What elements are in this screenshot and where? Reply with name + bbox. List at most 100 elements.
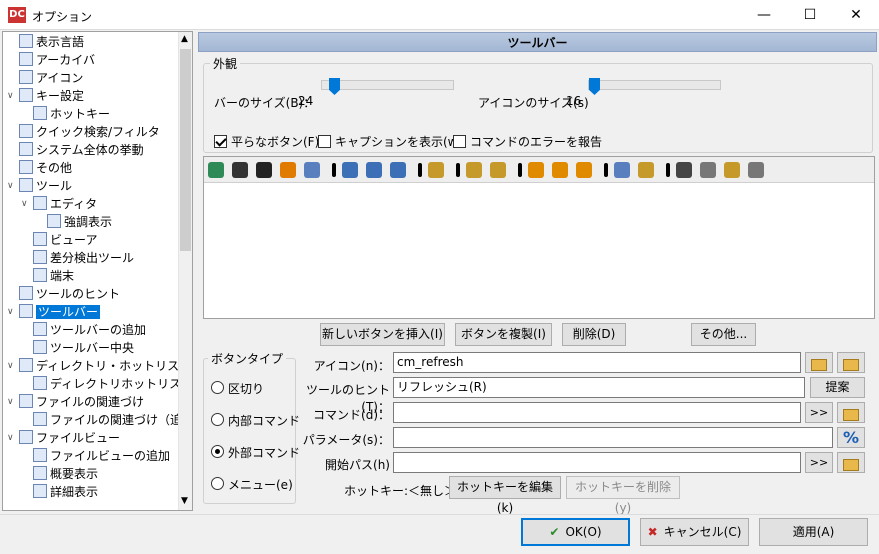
start-path-more-button[interactable]: >> <box>805 452 833 473</box>
percent-button[interactable]: % <box>837 427 865 448</box>
pack-icon[interactable] <box>614 162 630 178</box>
ok-button[interactable]: ✔ OK(O) <box>521 518 630 546</box>
tree-item[interactable]: 詳細表示 <box>33 483 98 501</box>
terminal-icon[interactable] <box>232 162 248 178</box>
folder-icon[interactable] <box>724 162 740 178</box>
button-type-radio[interactable] <box>211 413 224 426</box>
folder-icon <box>19 358 33 372</box>
report-errors-checkbox[interactable]: コマンドのエラーを報告 <box>453 133 602 150</box>
tree-item[interactable]: 強調表示 <box>47 213 112 231</box>
options-tree[interactable]: 表示言語 アーカイバ アイコン ∨ キー設定 ホットキー クイック検索/フィルタ システム全体… <box>2 31 193 511</box>
other-button[interactable]: その他... <box>691 323 756 346</box>
maximize-icon[interactable]: ☐ <box>787 0 833 30</box>
flat-buttons-checkbox[interactable]: 平らなボタン(F) <box>214 133 319 150</box>
command-field[interactable] <box>393 402 801 423</box>
start-path-browse-button[interactable] <box>837 452 865 473</box>
icon-browse-button[interactable] <box>837 352 865 373</box>
tree-item[interactable]: ∨ エディタ <box>21 195 97 213</box>
settings-icon[interactable] <box>304 162 320 178</box>
tree-item[interactable]: ホットキー <box>33 105 110 123</box>
expand-chevron-icon[interactable]: ∨ <box>21 195 28 213</box>
start-path-field[interactable] <box>393 452 801 473</box>
tree-item[interactable]: クイック検索/フィルタ <box>19 123 160 141</box>
tree-item[interactable]: アーカイバ <box>19 51 95 69</box>
tree-item[interactable]: ツールのヒント <box>19 285 120 303</box>
checkbox-box[interactable] <box>453 135 466 148</box>
expand-chevron-icon[interactable]: ∨ <box>7 393 14 411</box>
icon-pick-button[interactable] <box>805 352 833 373</box>
expand-chevron-icon[interactable]: ∨ <box>7 429 14 447</box>
search-icon[interactable] <box>676 162 692 178</box>
tags-icon[interactable] <box>280 162 296 178</box>
expand-chevron-icon[interactable]: ∨ <box>7 303 14 321</box>
edit-icon[interactable] <box>576 162 592 178</box>
button-type-radio[interactable] <box>211 477 224 490</box>
window-title: オプション <box>32 10 93 24</box>
button-type-option[interactable]: 区切り <box>228 380 264 397</box>
sync-icon[interactable] <box>428 162 444 178</box>
checkbox-box[interactable] <box>318 135 331 148</box>
checkbox-box[interactable] <box>214 135 227 148</box>
copy-left-icon[interactable] <box>466 162 482 178</box>
multi-icon[interactable] <box>748 162 764 178</box>
view-brief-icon[interactable] <box>366 162 382 178</box>
scroll-down-icon[interactable]: ▼ <box>181 496 188 506</box>
params-field[interactable] <box>393 427 833 448</box>
rename-icon[interactable] <box>700 162 716 178</box>
button-type-radio[interactable] <box>211 381 224 394</box>
tree-item[interactable]: ∨ ツール <box>7 177 72 195</box>
expand-chevron-icon[interactable]: ∨ <box>7 357 14 375</box>
tree-item[interactable]: 差分検出ツール <box>33 249 134 267</box>
minimize-icon[interactable]: — <box>741 0 787 30</box>
close-icon[interactable]: ✕ <box>833 0 879 30</box>
hint-field[interactable]: リフレッシュ(R) <box>393 377 805 398</box>
duplicate-button[interactable]: ボタンを複製(I) <box>455 323 552 346</box>
tree-item[interactable]: 端末 <box>33 267 74 285</box>
apply-button[interactable]: 適用(A) <box>759 518 868 546</box>
tree-item[interactable]: ファイルビューの追加 <box>33 447 170 465</box>
tree-item[interactable]: ∨ ファイルの関連づけ <box>7 393 144 411</box>
tree-scroll-thumb[interactable] <box>180 49 191 251</box>
tree-item[interactable]: その他 <box>19 159 72 177</box>
tree-item[interactable]: システム全体の挙動 <box>19 141 144 159</box>
tree-item[interactable]: ツールバー中央 <box>33 339 134 357</box>
view-thumbs-icon[interactable] <box>390 162 406 178</box>
view-columns-icon[interactable] <box>342 162 358 178</box>
tree-item[interactable]: ディレクトリホットリスト追加 <box>33 375 192 393</box>
unpack-icon[interactable] <box>638 162 654 178</box>
tree-item[interactable]: ∨ ツールバー <box>7 303 101 321</box>
tree-item[interactable]: 概要表示 <box>33 465 98 483</box>
remove-icon[interactable] <box>552 162 568 178</box>
expand-chevron-icon[interactable]: ∨ <box>7 87 14 105</box>
delete-button[interactable]: 削除(D) <box>562 323 626 346</box>
icon-field[interactable]: cm_refresh <box>393 352 801 373</box>
tree-item[interactable]: アイコン <box>19 69 83 87</box>
expand-chevron-icon[interactable]: ∨ <box>7 177 14 195</box>
command-more-button[interactable]: >> <box>805 402 833 423</box>
insert-button[interactable]: 新しいボタンを挿入(I) <box>320 323 445 346</box>
cancel-button[interactable]: ✖ キャンセル(C) <box>640 518 749 546</box>
button-type-option[interactable]: 内部コマンド <box>228 412 300 429</box>
bar-size-slider[interactable] <box>321 80 454 90</box>
tree-item[interactable]: ∨ ファイルビュー <box>7 429 120 447</box>
toolbar-strip[interactable] <box>204 157 874 183</box>
button-type-option[interactable]: 外部コマンド <box>228 444 300 461</box>
button-type-radio[interactable] <box>211 445 224 458</box>
tree-item[interactable]: ツールバーの追加 <box>33 321 146 339</box>
command-browse-button[interactable] <box>837 402 865 423</box>
tree-item[interactable]: ∨ キー設定 <box>7 87 84 105</box>
console-icon[interactable] <box>256 162 272 178</box>
scroll-up-icon[interactable]: ▲ <box>181 34 188 44</box>
show-captions-checkbox[interactable]: キャプションを表示(w) <box>318 133 462 150</box>
tree-item[interactable]: 表示言語 <box>19 33 84 51</box>
tree-item[interactable]: ∨ ディレクトリ・ホットリスト <box>7 357 191 375</box>
icon-size-slider[interactable] <box>588 80 721 90</box>
tree-item[interactable]: ファイルの関連づけ（追加 <box>33 411 192 429</box>
edit-hotkey-button[interactable]: ホットキーを編集(k) <box>449 476 561 515</box>
button-type-option[interactable]: メニュー(e) <box>228 476 293 493</box>
copy-right-icon[interactable] <box>490 162 506 178</box>
tree-item[interactable]: ビューア <box>33 231 98 249</box>
refresh-icon[interactable] <box>208 162 224 178</box>
add-icon[interactable] <box>528 162 544 178</box>
suggest-button[interactable]: 提案 <box>810 377 865 398</box>
